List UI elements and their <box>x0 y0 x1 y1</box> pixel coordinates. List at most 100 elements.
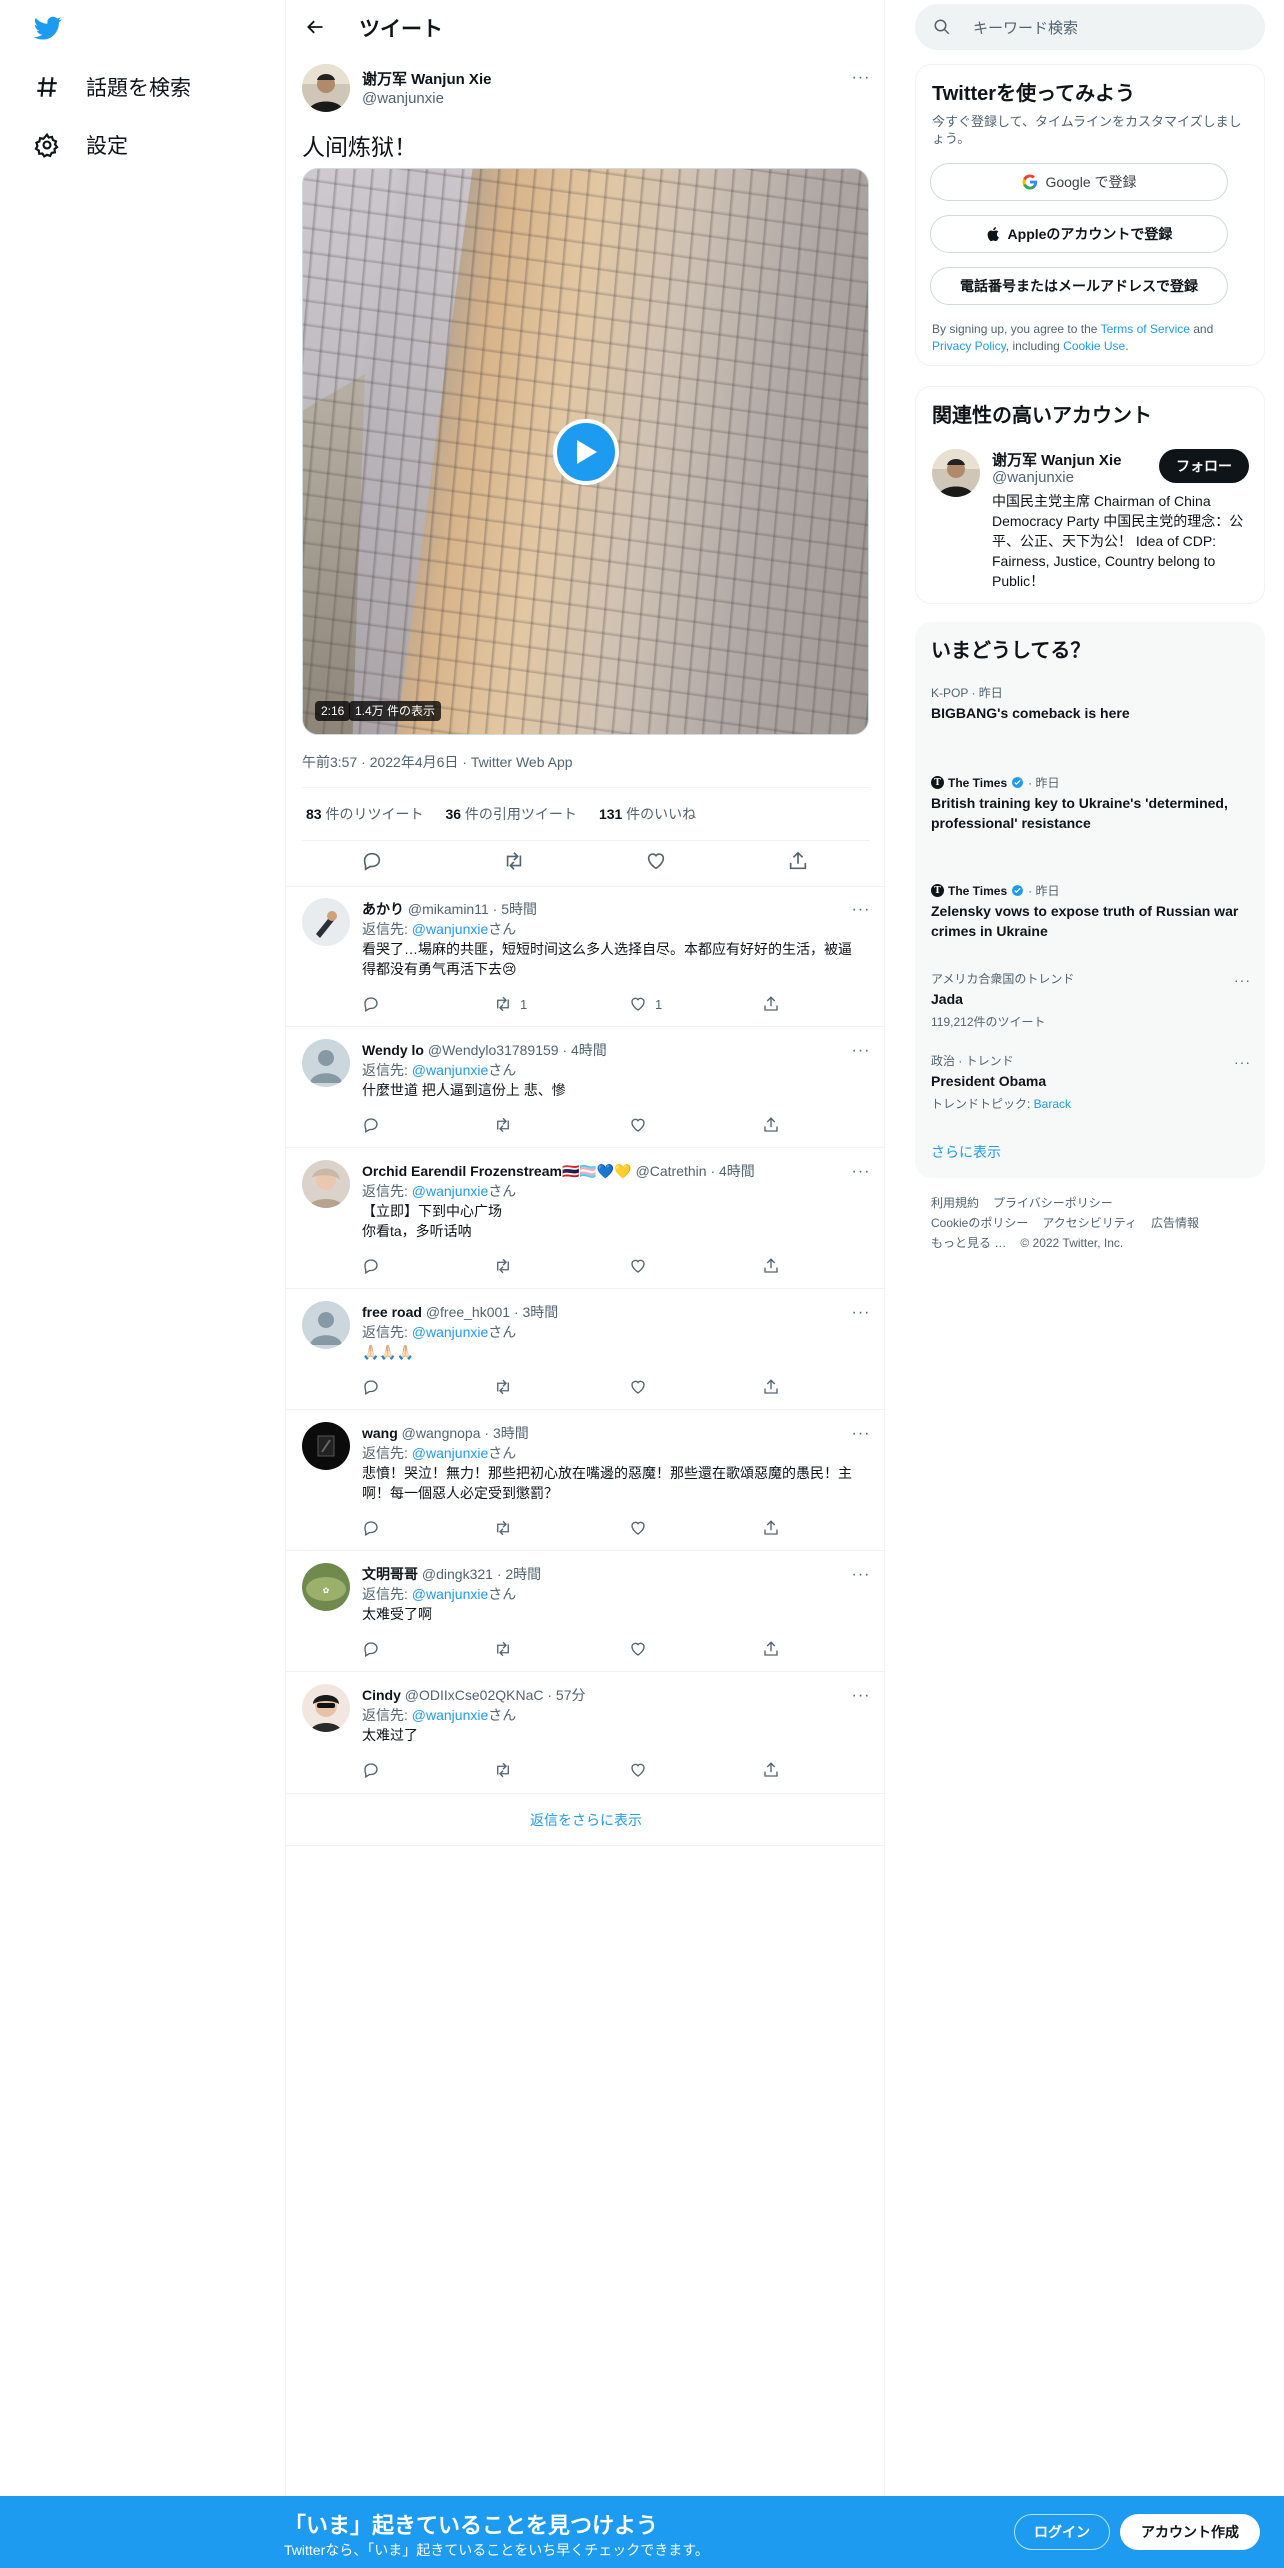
reply-button[interactable] <box>361 850 383 872</box>
reply-to-link[interactable]: @wanjunxie <box>412 1324 488 1340</box>
trend-topic-link[interactable]: Barack <box>1034 1097 1071 1111</box>
google-signup-button[interactable]: Google で登録 <box>930 163 1228 201</box>
more-icon[interactable]: ··· <box>849 1684 873 1708</box>
more-icon[interactable]: ··· <box>849 1422 873 1446</box>
retweet-button[interactable] <box>494 1640 520 1658</box>
more-icon[interactable]: ··· <box>849 1563 873 1587</box>
footer-link[interactable]: 利用規約 <box>931 1196 979 1210</box>
share-button[interactable] <box>762 995 780 1013</box>
apple-signup-button[interactable]: Appleのアカウントで登録 <box>930 215 1228 253</box>
reply-author-handle[interactable]: @ODIIxCse02QKNaC · 57分 <box>405 1687 586 1703</box>
reply-author-name[interactable]: free road <box>362 1304 422 1320</box>
like-button[interactable] <box>629 1519 655 1537</box>
nav-settings[interactable]: 設定 <box>34 125 128 165</box>
reply-button[interactable] <box>362 1378 380 1396</box>
reply-button[interactable] <box>362 1116 380 1134</box>
reply-avatar[interactable]: ✿ <box>302 1563 350 1611</box>
author-handle[interactable]: @wanjunxie <box>362 90 444 107</box>
more-icon[interactable]: ··· <box>849 898 873 922</box>
trends-show-more-link[interactable]: さらに表示 <box>931 1142 1001 1162</box>
signup-button[interactable]: アカウント作成 <box>1120 2514 1260 2550</box>
retweet-button[interactable] <box>494 1378 520 1396</box>
reply-tweet[interactable]: Orchid Earendil Frozenstream🇹🇭🏳️‍⚧️💙💛 @C… <box>286 1148 886 1289</box>
share-button[interactable] <box>762 1761 780 1779</box>
play-button[interactable] <box>553 419 619 485</box>
nav-explore[interactable]: 話題を検索 <box>34 67 191 107</box>
more-icon[interactable]: ··· <box>849 1039 873 1063</box>
reply-button[interactable] <box>362 1640 380 1658</box>
search-input[interactable]: キーワード検索 <box>915 4 1265 50</box>
share-button[interactable] <box>762 1378 780 1396</box>
reply-to-link[interactable]: @wanjunxie <box>412 1707 488 1723</box>
trend-item[interactable]: T The Times · 昨日 Zelensky vows to expose… <box>931 882 1249 941</box>
more-icon[interactable]: ··· <box>849 66 873 90</box>
retweet-button[interactable] <box>494 1116 520 1134</box>
footer-link[interactable]: Cookieのポリシー <box>931 1216 1028 1230</box>
footer-link[interactable]: 広告情報 <box>1151 1216 1199 1230</box>
reply-tweet[interactable]: free road @free_hk001 · 3時間 ··· 返信先: @wa… <box>286 1289 886 1410</box>
reply-button[interactable] <box>362 1257 380 1275</box>
reply-tweet[interactable]: ✿ 文明哥哥 @dingk321 · 2時間 ··· 返信先: @wanjunx… <box>286 1551 886 1672</box>
author-avatar[interactable] <box>302 64 350 112</box>
like-button[interactable]: 1 <box>629 995 662 1013</box>
phone-email-signup-button[interactable]: 電話番号またはメールアドレスで登録 <box>930 267 1228 305</box>
related-handle[interactable]: @wanjunxie <box>992 469 1074 486</box>
reply-to-link[interactable]: @wanjunxie <box>412 921 488 937</box>
like-button[interactable] <box>645 850 667 872</box>
reply-tweet[interactable]: あかり @mikamin11 · 5時間 ··· 返信先: @wanjunxie… <box>286 886 886 1027</box>
cookie-use-link[interactable]: Cookie Use <box>1063 339 1125 353</box>
reply-tweet[interactable]: Wendy lo @Wendylo31789159 · 4時間 ··· 返信先:… <box>286 1027 886 1148</box>
retweets-stat[interactable]: 83 件のリツイート <box>306 804 423 824</box>
privacy-policy-link[interactable]: Privacy Policy <box>932 339 1006 353</box>
reply-author-name[interactable]: あかり <box>362 901 404 917</box>
footer-more-link[interactable]: もっと見る … <box>931 1236 1006 1250</box>
share-button[interactable] <box>762 1640 780 1658</box>
like-button[interactable] <box>629 1257 655 1275</box>
reply-author-handle[interactable]: @Catrethin · 4時間 <box>636 1163 755 1179</box>
reply-avatar[interactable] <box>302 1684 350 1732</box>
reply-author-name[interactable]: Cindy <box>362 1687 401 1703</box>
tweet-video[interactable]: 2:16 1.4万 件の表示 <box>302 168 869 735</box>
show-more-replies-button[interactable]: 返信をさらに表示 <box>286 1794 886 1846</box>
reply-author-name[interactable]: Orchid Earendil Frozenstream🇹🇭🏳️‍⚧️💙💛 <box>362 1163 632 1179</box>
share-button[interactable] <box>762 1116 780 1134</box>
reply-author-handle[interactable]: @free_hk001 · 3時間 <box>426 1304 559 1320</box>
reply-avatar[interactable] <box>302 1301 350 1349</box>
retweet-button[interactable] <box>494 1761 520 1779</box>
reply-avatar[interactable] <box>302 898 350 946</box>
footer-link[interactable]: アクセシビリティ <box>1042 1216 1137 1230</box>
share-button[interactable] <box>762 1519 780 1537</box>
likes-stat[interactable]: 131 件のいいね <box>599 804 696 824</box>
retweet-button[interactable] <box>494 1519 520 1537</box>
reply-author-name[interactable]: Wendy lo <box>362 1042 424 1058</box>
quotes-stat[interactable]: 36 件の引用ツイート <box>445 804 576 824</box>
terms-of-service-link[interactable]: Terms of Service <box>1101 322 1190 336</box>
like-button[interactable] <box>629 1116 655 1134</box>
reply-avatar[interactable] <box>302 1160 350 1208</box>
more-icon[interactable]: ··· <box>849 1160 873 1184</box>
reply-button[interactable] <box>362 1761 380 1779</box>
more-icon[interactable]: ··· <box>1234 972 1251 988</box>
trend-item[interactable]: 政治 · トレンド President Obama トレンドトピック: Bara… <box>931 1052 1249 1112</box>
twitter-logo-icon[interactable] <box>32 14 64 42</box>
like-button[interactable] <box>629 1640 655 1658</box>
reply-avatar[interactable] <box>302 1422 350 1470</box>
reply-button[interactable] <box>362 995 380 1013</box>
related-avatar[interactable] <box>932 449 980 497</box>
trend-item[interactable]: K-POP · 昨日 BIGBANG's comeback is here <box>931 684 1249 723</box>
reply-author-name[interactable]: wang <box>362 1425 398 1441</box>
reply-author-handle[interactable]: @Wendylo31789159 · 4時間 <box>428 1042 607 1058</box>
reply-author-name[interactable]: 文明哥哥 <box>362 1566 418 1582</box>
footer-link[interactable]: プライバシーポリシー <box>993 1196 1113 1210</box>
reply-author-handle[interactable]: @wangnopa · 3時間 <box>402 1425 529 1441</box>
reply-author-handle[interactable]: @dingk321 · 2時間 <box>422 1566 541 1582</box>
like-button[interactable] <box>629 1378 655 1396</box>
reply-author-handle[interactable]: @mikamin11 · 5時間 <box>408 901 537 917</box>
reply-button[interactable] <box>362 1519 380 1537</box>
share-button[interactable] <box>762 1257 780 1275</box>
retweet-button[interactable] <box>503 850 525 872</box>
reply-to-link[interactable]: @wanjunxie <box>412 1062 488 1078</box>
related-name[interactable]: 谢万军 Wanjun Xie <box>992 449 1121 470</box>
trend-item[interactable]: T The Times · 昨日 British training key to… <box>931 774 1249 833</box>
author-name[interactable]: 谢万军 Wanjun Xie <box>362 68 491 89</box>
